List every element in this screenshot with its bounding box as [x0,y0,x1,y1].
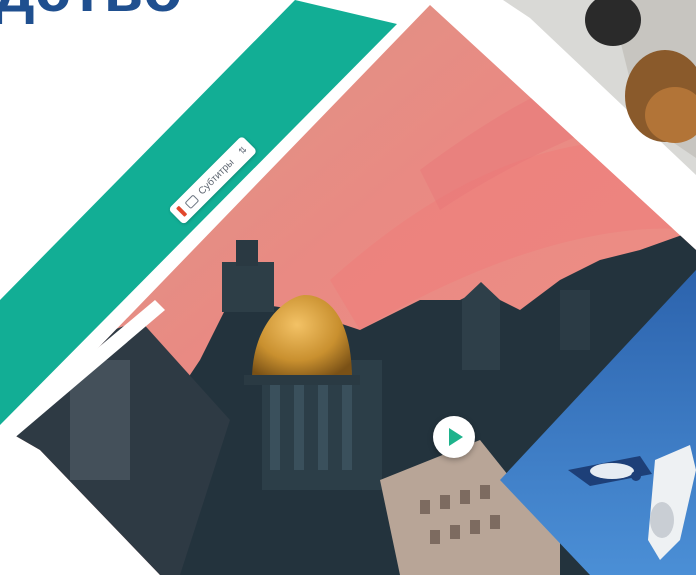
chevron-updown-icon: ⇅ [236,143,249,157]
video-collage [0,0,696,575]
play-button[interactable] [433,416,475,458]
record-marker-icon [176,205,188,217]
play-icon [449,428,463,446]
subtitles-icon [184,194,199,209]
